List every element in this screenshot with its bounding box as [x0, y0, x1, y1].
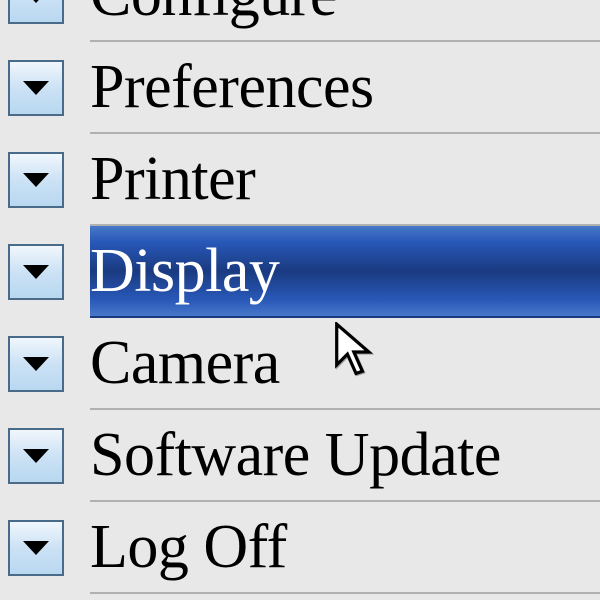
menu-label-wrap: Printer: [90, 134, 600, 226]
dropdown-toggle[interactable]: [8, 244, 64, 300]
menu-label: Preferences: [90, 52, 374, 123]
settings-menu: Configure Preferences Printer Display Ca…: [0, 0, 600, 550]
dropdown-toggle[interactable]: [8, 428, 64, 484]
menu-label: Log Off: [90, 512, 287, 583]
menu-label: Camera: [90, 328, 280, 399]
menu-label-wrap: Software Update: [90, 410, 600, 502]
dropdown-toggle[interactable]: [8, 336, 64, 392]
dropdown-toggle[interactable]: [8, 60, 64, 116]
menu-item-preferences[interactable]: Preferences: [0, 42, 600, 134]
menu-item-software-update[interactable]: Software Update: [0, 410, 600, 502]
menu-label-wrap: Display: [90, 226, 600, 318]
menu-label: Software Update: [90, 420, 501, 491]
menu-item-camera[interactable]: Camera: [0, 318, 600, 410]
menu-label: Printer: [90, 144, 255, 215]
menu-label-wrap: Preferences: [90, 42, 600, 134]
menu-label-wrap: Configure: [90, 0, 600, 42]
menu-item-printer[interactable]: Printer: [0, 134, 600, 226]
dropdown-toggle[interactable]: [8, 152, 64, 208]
menu-label: Configure: [90, 0, 337, 31]
dropdown-toggle[interactable]: [8, 0, 64, 24]
menu-label-wrap: Camera: [90, 318, 600, 410]
menu-item-configure[interactable]: Configure: [0, 0, 600, 42]
dropdown-toggle[interactable]: [8, 520, 64, 576]
menu-item-log-off[interactable]: Log Off: [0, 502, 600, 594]
menu-label: Display: [90, 236, 279, 307]
menu-item-display[interactable]: Display: [0, 226, 600, 318]
menu-label-wrap: Log Off: [90, 502, 600, 594]
